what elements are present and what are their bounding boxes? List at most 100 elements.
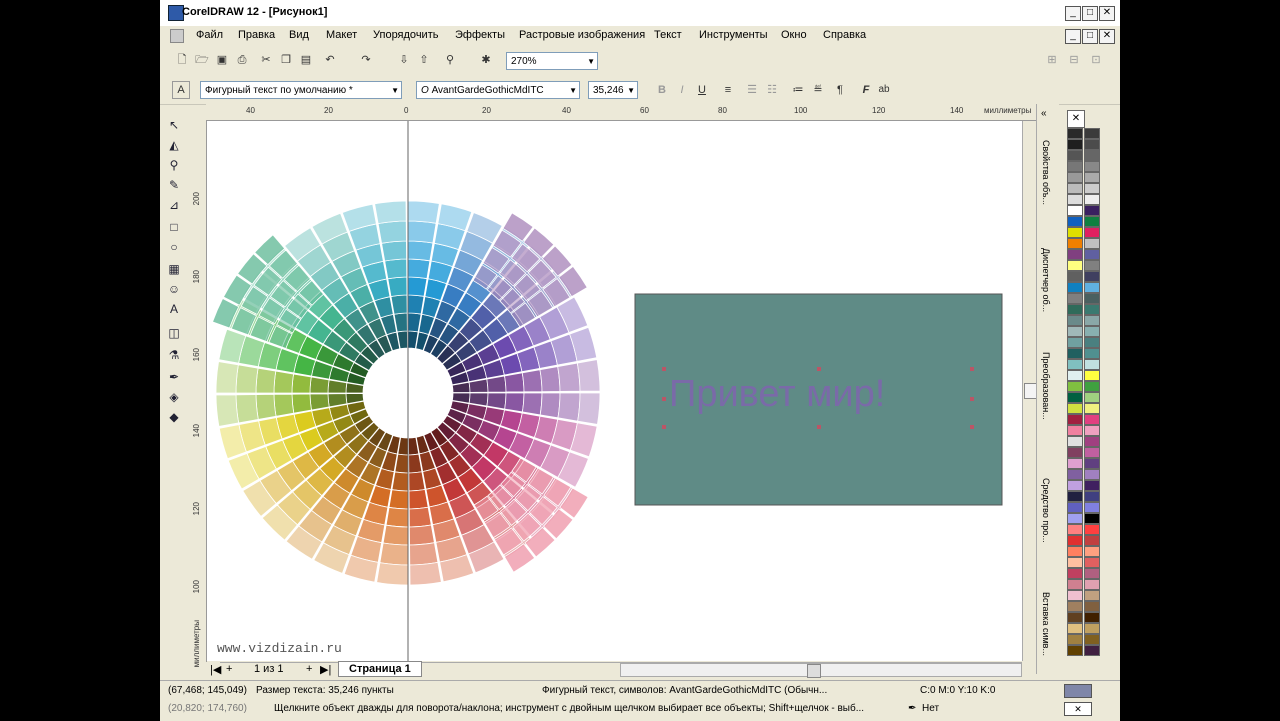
doc-close-button[interactable]: ✕ bbox=[1099, 29, 1115, 44]
palette-swatch[interactable] bbox=[1067, 546, 1083, 557]
distribute-icon[interactable]: ⊡ bbox=[1088, 52, 1104, 68]
dropcap-icon[interactable]: ☷ bbox=[764, 82, 780, 98]
palette-swatch[interactable] bbox=[1084, 458, 1100, 469]
palette-swatch[interactable] bbox=[1084, 634, 1100, 645]
docker-tab-object-manager[interactable]: Диспетчер об... bbox=[1041, 248, 1051, 312]
palette-swatch[interactable] bbox=[1067, 502, 1083, 513]
text-tool-icon[interactable]: A bbox=[165, 300, 183, 318]
menu-view[interactable]: Вид bbox=[289, 29, 309, 41]
palette-swatch[interactable] bbox=[1067, 194, 1083, 205]
indent-icon[interactable]: ≝ bbox=[810, 82, 826, 98]
palette-swatch[interactable] bbox=[1084, 381, 1100, 392]
palette-swatch[interactable] bbox=[1084, 645, 1100, 656]
add-page-after-button[interactable]: + bbox=[306, 663, 312, 675]
palette-swatch[interactable] bbox=[1067, 205, 1083, 216]
palette-swatch[interactable] bbox=[1067, 128, 1083, 139]
fill-tool-icon[interactable]: ◈ bbox=[165, 388, 183, 406]
palette-swatch[interactable] bbox=[1067, 480, 1083, 491]
menu-arrange[interactable]: Упорядочить bbox=[373, 29, 438, 41]
graph-paper-tool-icon[interactable]: ▦ bbox=[165, 260, 183, 278]
copy-icon[interactable]: ❐ bbox=[278, 52, 294, 68]
palette-swatch[interactable] bbox=[1067, 590, 1083, 601]
pilcrow-icon[interactable]: ¶ bbox=[832, 82, 848, 98]
palette-swatch[interactable] bbox=[1084, 348, 1100, 359]
palette-swatch[interactable] bbox=[1084, 359, 1100, 370]
palette-swatch[interactable] bbox=[1084, 304, 1100, 315]
palette-swatch[interactable] bbox=[1084, 502, 1100, 513]
import-icon[interactable]: ⇩ bbox=[396, 52, 412, 68]
palette-swatch[interactable] bbox=[1067, 447, 1083, 458]
menu-text[interactable]: Текст bbox=[654, 29, 682, 41]
undo-icon[interactable]: ↶ bbox=[322, 52, 338, 68]
font-select[interactable]: O AvantGardeGothicMdITC ▼ bbox=[416, 81, 580, 99]
palette-swatch[interactable] bbox=[1067, 469, 1083, 480]
palette-swatch[interactable] bbox=[1084, 403, 1100, 414]
palette-swatch[interactable] bbox=[1067, 557, 1083, 568]
font-size-select[interactable]: 35,246 ▼ bbox=[588, 81, 638, 99]
redo-icon[interactable]: ↷ bbox=[358, 52, 374, 68]
palette-swatch[interactable] bbox=[1067, 282, 1083, 293]
interactive-fill-tool-icon[interactable]: ◆ bbox=[165, 408, 183, 426]
palette-swatch[interactable] bbox=[1084, 315, 1100, 326]
underline-button[interactable]: U bbox=[694, 82, 710, 98]
palette-swatch[interactable] bbox=[1067, 403, 1083, 414]
palette-swatch[interactable] bbox=[1084, 590, 1100, 601]
palette-swatch[interactable] bbox=[1067, 425, 1083, 436]
options-icon[interactable]: ✱ bbox=[478, 52, 494, 68]
palette-swatch[interactable] bbox=[1084, 238, 1100, 249]
menu-bitmaps[interactable]: Растровые изображения bbox=[519, 29, 645, 41]
palette-swatch[interactable] bbox=[1067, 183, 1083, 194]
ellipse-tool-icon[interactable]: ○ bbox=[165, 238, 183, 256]
eyedropper-tool-icon[interactable]: ⚗ bbox=[165, 346, 183, 364]
palette-swatch[interactable] bbox=[1067, 172, 1083, 183]
palette-swatch[interactable] bbox=[1067, 568, 1083, 579]
palette-swatch[interactable] bbox=[1084, 469, 1100, 480]
palette-swatch[interactable] bbox=[1067, 150, 1083, 161]
interactive-blend-tool-icon[interactable]: ◫ bbox=[165, 324, 183, 342]
vertical-scrollbar[interactable] bbox=[1022, 121, 1037, 661]
drawing-canvas[interactable]: Привет мир! www.vizdizain.ru bbox=[207, 121, 1022, 661]
palette-swatch[interactable] bbox=[1084, 579, 1100, 590]
format-text-button[interactable]: F bbox=[858, 82, 874, 98]
palette-swatch[interactable] bbox=[1084, 568, 1100, 579]
palette-swatch[interactable] bbox=[1067, 623, 1083, 634]
palette-swatch[interactable] bbox=[1067, 392, 1083, 403]
last-page-button[interactable]: ▶| bbox=[320, 663, 331, 676]
palette-swatch[interactable] bbox=[1067, 326, 1083, 337]
palette-swatch[interactable] bbox=[1067, 271, 1083, 282]
palette-swatch[interactable] bbox=[1067, 161, 1083, 172]
menu-help[interactable]: Справка bbox=[823, 29, 866, 41]
palette-swatch[interactable] bbox=[1084, 150, 1100, 161]
palette-swatch[interactable] bbox=[1084, 601, 1100, 612]
docker-tab-color-tool[interactable]: Средство про... bbox=[1041, 478, 1051, 543]
doc-restore-button[interactable]: □ bbox=[1082, 29, 1098, 44]
palette-swatch[interactable] bbox=[1084, 524, 1100, 535]
palette-swatch[interactable] bbox=[1067, 227, 1083, 238]
palette-swatch[interactable] bbox=[1067, 491, 1083, 502]
palette-swatch[interactable] bbox=[1084, 414, 1100, 425]
close-button[interactable]: ✕ bbox=[1099, 6, 1115, 21]
palette-swatch[interactable] bbox=[1067, 535, 1083, 546]
open-icon[interactable]: 🗁 bbox=[194, 52, 210, 68]
hscroll-thumb[interactable] bbox=[807, 664, 821, 678]
palette-swatch[interactable] bbox=[1084, 194, 1100, 205]
palette-swatch[interactable] bbox=[1067, 238, 1083, 249]
palette-swatch[interactable] bbox=[1067, 414, 1083, 425]
cut-icon[interactable]: ✂ bbox=[258, 52, 274, 68]
palette-swatch[interactable] bbox=[1067, 304, 1083, 315]
edit-text-button[interactable]: ab bbox=[876, 82, 892, 98]
palette-swatch[interactable] bbox=[1067, 513, 1083, 524]
palette-swatch[interactable] bbox=[1084, 249, 1100, 260]
align-icon[interactable]: ⊟ bbox=[1066, 52, 1082, 68]
outline-tool-icon[interactable]: ✒ bbox=[165, 368, 183, 386]
palette-swatch[interactable] bbox=[1067, 458, 1083, 469]
style-select[interactable]: Фигурный текст по умолчанию * ▼ bbox=[200, 81, 402, 99]
palette-swatch[interactable] bbox=[1067, 601, 1083, 612]
horizontal-scrollbar[interactable] bbox=[620, 663, 1022, 678]
basic-shapes-tool-icon[interactable]: ☺ bbox=[165, 280, 183, 298]
menu-tools[interactable]: Инструменты bbox=[699, 29, 768, 41]
palette-swatch[interactable] bbox=[1084, 480, 1100, 491]
palette-swatch[interactable] bbox=[1084, 546, 1100, 557]
page-tab-1[interactable]: Страница 1 bbox=[338, 661, 422, 677]
print-icon[interactable]: ⎙ bbox=[234, 52, 250, 68]
